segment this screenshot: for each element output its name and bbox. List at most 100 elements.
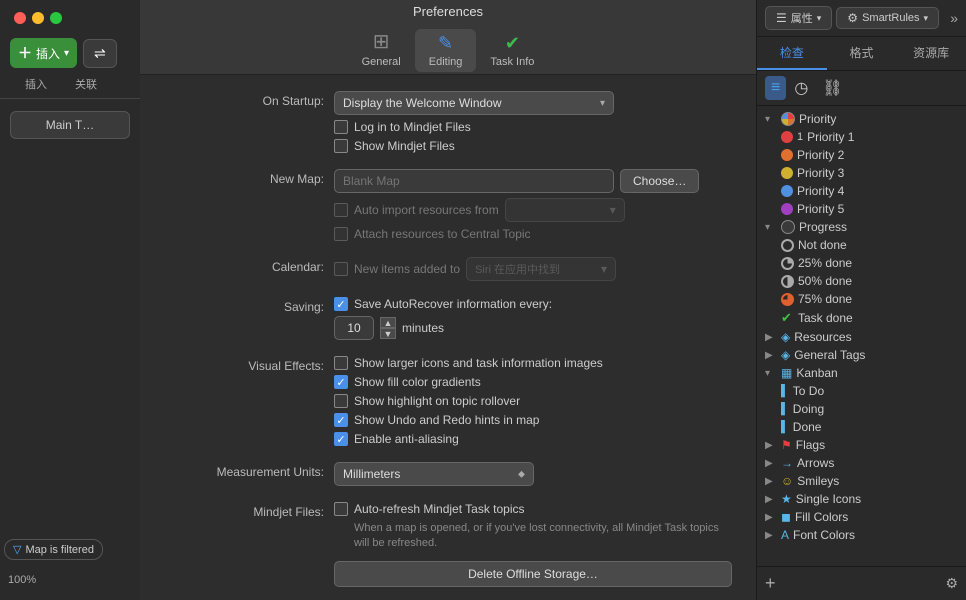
calendar-controls: New items added to Siri 在应用中找到 ▾ bbox=[334, 257, 732, 281]
minutes-stepper[interactable]: ▲ ▼ bbox=[380, 317, 396, 339]
window-title: Preferences bbox=[140, 0, 756, 19]
choose-button[interactable]: Choose… bbox=[620, 169, 699, 193]
properties-tab[interactable]: ☰ 属性 ▾ bbox=[765, 6, 832, 30]
smileys-group[interactable]: ▶ ☺ Smileys bbox=[757, 472, 966, 490]
settings-button[interactable]: ⚙ bbox=[945, 575, 958, 592]
check-subtab[interactable]: 检查 bbox=[757, 37, 827, 70]
calendar-inline: New items added to Siri 在应用中找到 ▾ bbox=[334, 257, 732, 281]
priority-1-label: Priority 1 bbox=[807, 130, 854, 144]
startup-dropdown[interactable]: Display the Welcome Window ▾ bbox=[334, 91, 614, 115]
auto-import-label: Auto import resources from bbox=[354, 203, 499, 217]
startup-label: On Startup: bbox=[164, 91, 324, 108]
larger-icons-checkbox[interactable] bbox=[334, 356, 348, 370]
effect-fill-color: ✓ Show fill color gradients bbox=[334, 375, 732, 389]
todo-label: To Do bbox=[793, 384, 824, 398]
show-mindjet-checkbox[interactable] bbox=[334, 139, 348, 153]
add-button[interactable]: + bbox=[765, 573, 776, 594]
format-subtab[interactable]: 格式 bbox=[827, 37, 897, 70]
visual-effects-label: Visual Effects: bbox=[164, 356, 324, 373]
font-colors-group[interactable]: ▶ A Font Colors bbox=[757, 526, 966, 544]
minimize-button[interactable] bbox=[32, 12, 44, 24]
not-done-circle bbox=[781, 239, 794, 252]
done-item[interactable]: ▌ Done bbox=[757, 418, 966, 436]
clock-view-tab[interactable]: ◷ bbox=[788, 75, 814, 101]
doing-item[interactable]: ▌ Doing bbox=[757, 400, 966, 418]
done-icon: ▌ bbox=[781, 421, 789, 433]
fill-colors-group[interactable]: ▶ ◼ Fill Colors bbox=[757, 508, 966, 526]
priority-1-number: 1 bbox=[797, 131, 803, 143]
attach-resources-label: Attach resources to Central Topic bbox=[354, 227, 531, 241]
measurement-dropdown[interactable]: Millimeters ⬥ bbox=[334, 462, 534, 486]
close-button[interactable] bbox=[14, 12, 26, 24]
priority-3-item[interactable]: Priority 3 bbox=[757, 164, 966, 182]
insert-label-text: 插入 bbox=[10, 76, 62, 92]
increment-button[interactable]: ▲ bbox=[380, 317, 396, 328]
75-done-item[interactable]: 75% done bbox=[757, 290, 966, 308]
chevron-right-icon: ▶ bbox=[765, 440, 777, 451]
flags-group[interactable]: ▶ ⚑ Flags bbox=[757, 436, 966, 454]
auto-import-checkbox[interactable] bbox=[334, 203, 348, 217]
25-done-item[interactable]: 25% done bbox=[757, 254, 966, 272]
priority-5-item[interactable]: Priority 5 bbox=[757, 200, 966, 218]
maximize-button[interactable] bbox=[50, 12, 62, 24]
progress-group[interactable]: ▾ Progress bbox=[757, 218, 966, 236]
link-view-tab[interactable]: ⛓ bbox=[816, 75, 848, 101]
main-topic-button[interactable]: Main T… bbox=[10, 111, 130, 139]
autorecover-checkbox[interactable]: ✓ bbox=[334, 297, 348, 311]
newmap-controls: Choose… Auto import resources from ▾ Att… bbox=[334, 169, 732, 241]
fill-color-checkbox[interactable]: ✓ bbox=[334, 375, 348, 389]
priority-4-item[interactable]: Priority 4 bbox=[757, 182, 966, 200]
task-done-item[interactable]: ✔ Task done bbox=[757, 308, 966, 328]
dropdown-arrow-icon: ▾ bbox=[817, 13, 822, 24]
traffic-lights bbox=[0, 0, 140, 32]
attach-resources-checkbox[interactable] bbox=[334, 227, 348, 241]
highlight-checkbox[interactable] bbox=[334, 394, 348, 408]
sidebar-labels: 插入 关联 bbox=[0, 74, 140, 94]
toolbar-general[interactable]: ⊞ General bbox=[348, 25, 415, 72]
toolbar-editing[interactable]: ✎ Editing bbox=[415, 29, 477, 72]
undo-redo-label: Show Undo and Redo hints in map bbox=[354, 413, 539, 427]
50-done-item[interactable]: 50% done bbox=[757, 272, 966, 290]
minutes-input[interactable]: 10 bbox=[334, 316, 374, 340]
anti-alias-label: Enable anti-aliasing bbox=[354, 432, 459, 446]
arrows-group[interactable]: ▶ → Arrows bbox=[757, 454, 966, 472]
toolbar-taskinfo[interactable]: ✔ Task Info bbox=[476, 29, 548, 72]
smartrules-tab[interactable]: ⚙ SmartRules ▾ bbox=[836, 7, 939, 29]
resources-subtab[interactable]: 资源库 bbox=[896, 37, 966, 70]
calendar-row: Calendar: New items added to Siri 在应用中找到… bbox=[164, 257, 732, 281]
delete-offline-button[interactable]: Delete Offline Storage… bbox=[334, 561, 732, 587]
login-checkbox[interactable] bbox=[334, 120, 348, 134]
single-icons-group[interactable]: ▶ ★ Single Icons bbox=[757, 490, 966, 508]
anti-alias-checkbox[interactable]: ✓ bbox=[334, 432, 348, 446]
link-button[interactable]: ⇌ bbox=[83, 39, 117, 68]
newmap-input[interactable] bbox=[334, 169, 614, 193]
new-items-checkbox[interactable] bbox=[334, 262, 348, 276]
font-colors-label: Font Colors bbox=[793, 528, 855, 542]
kanban-group[interactable]: ▾ ▦ Kanban bbox=[757, 364, 966, 382]
not-done-label: Not done bbox=[798, 238, 847, 252]
todo-item[interactable]: ▌ To Do bbox=[757, 382, 966, 400]
general-tags-group[interactable]: ▶ ◈ General Tags bbox=[757, 346, 966, 364]
new-items-label: New items added to bbox=[354, 262, 460, 276]
dropdown-arrow-icon: ▾ bbox=[924, 13, 929, 24]
fill-color-label: Show fill color gradients bbox=[354, 375, 481, 389]
map-filtered-badge[interactable]: ▽ Map is filtered bbox=[4, 539, 103, 560]
not-done-item[interactable]: Not done bbox=[757, 236, 966, 254]
list-view-tab[interactable]: ≡ bbox=[765, 76, 786, 100]
kanban-icon: ▦ bbox=[781, 366, 792, 380]
insert-button[interactable]: ＋ 插入 ▾ bbox=[10, 38, 77, 68]
priority-1-item[interactable]: 1 Priority 1 bbox=[757, 128, 966, 146]
more-button[interactable]: » bbox=[950, 10, 958, 26]
chevron-right-icon: ▶ bbox=[765, 332, 777, 343]
calendar-label: Calendar: bbox=[164, 257, 324, 274]
priority-group[interactable]: ▾ Priority bbox=[757, 110, 966, 128]
sidebar-divider bbox=[0, 98, 140, 99]
dropdown-arrow-icon: ▾ bbox=[64, 48, 69, 59]
decrement-button[interactable]: ▼ bbox=[380, 328, 396, 339]
login-label: Log in to Mindjet Files bbox=[354, 120, 471, 134]
undo-redo-checkbox[interactable]: ✓ bbox=[334, 413, 348, 427]
auto-refresh-checkbox[interactable] bbox=[334, 502, 348, 516]
priority-2-item[interactable]: Priority 2 bbox=[757, 146, 966, 164]
resources-group[interactable]: ▶ ◈ Resources bbox=[757, 328, 966, 346]
effect-anti-alias: ✓ Enable anti-aliasing bbox=[334, 432, 732, 446]
